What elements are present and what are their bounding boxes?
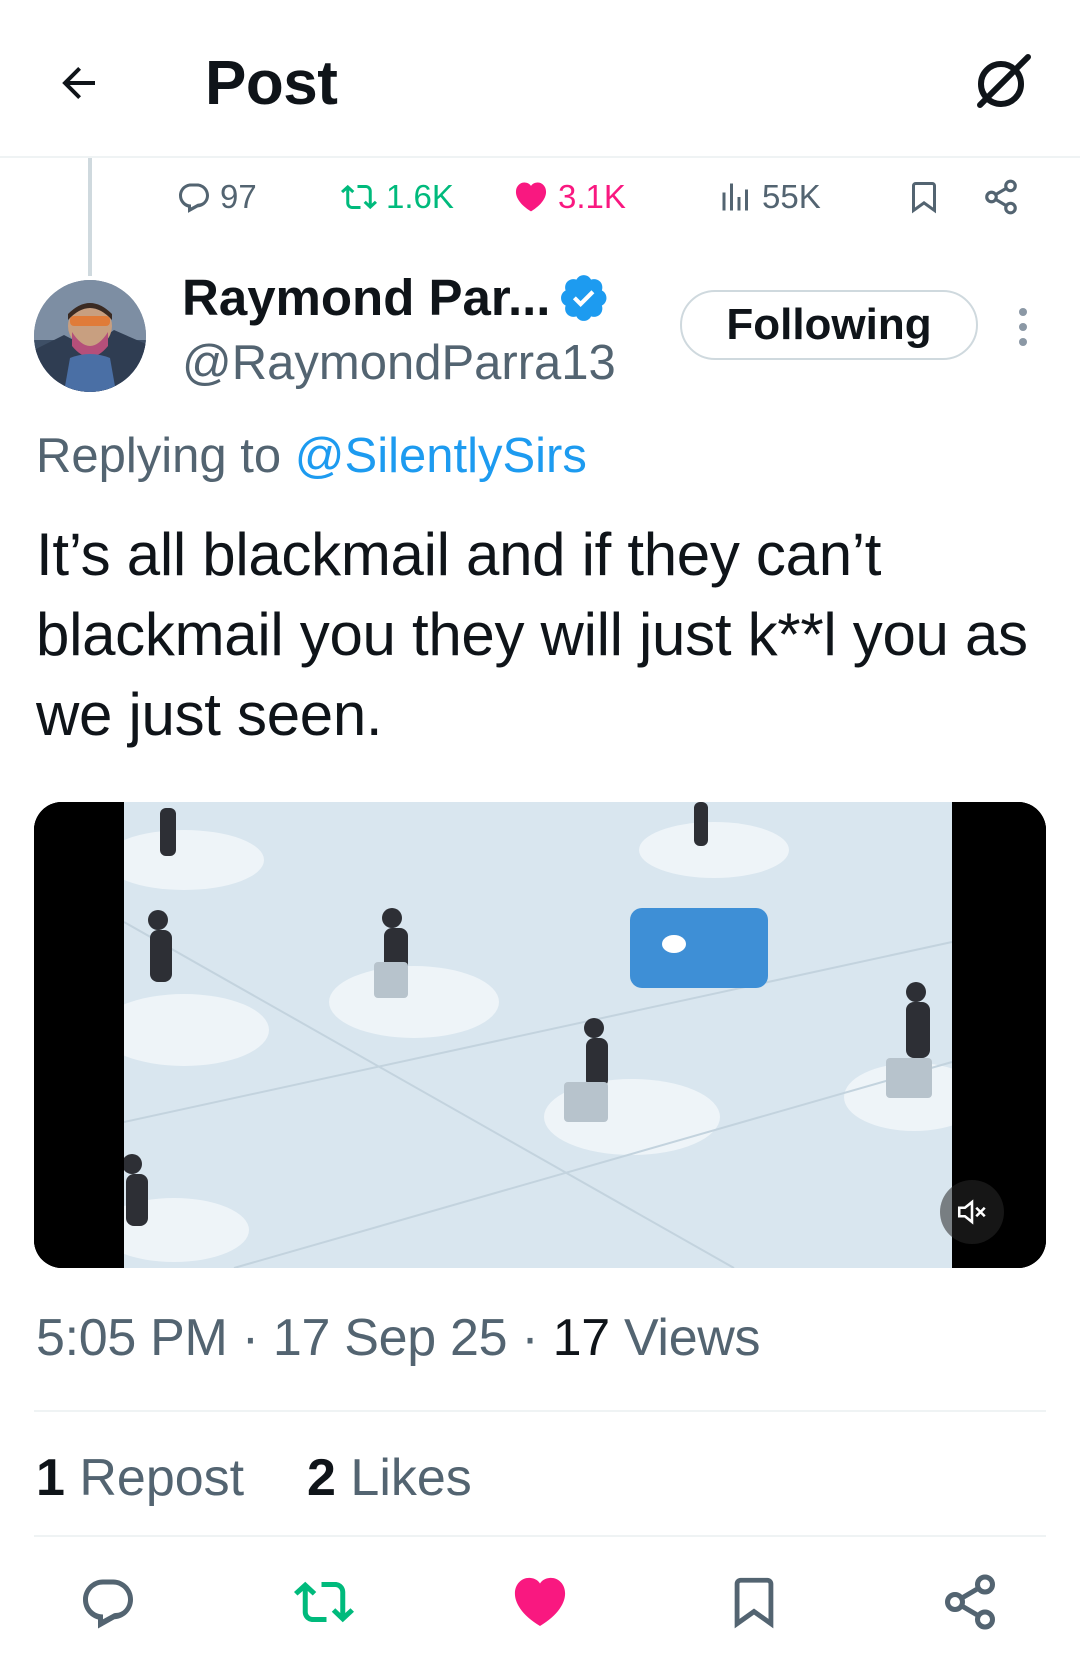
like-button[interactable] (500, 1562, 580, 1642)
post-date[interactable]: 17 Sep 25 (273, 1309, 508, 1367)
author-name-text: Raymond Par... (182, 269, 551, 326)
bookmark-icon (734, 1577, 774, 1629)
likes-count: 2 (307, 1449, 336, 1507)
parent-share-button[interactable] (982, 168, 1020, 226)
parent-repost-button[interactable]: 1.6K (340, 168, 454, 226)
parent-bookmark-button[interactable] (906, 168, 942, 226)
post-meta: 5:05 PM · 17 Sep 25 · 17 Views (36, 1308, 761, 1368)
video-frame (34, 802, 1046, 1268)
meta-separator: · (507, 1309, 553, 1367)
parent-reply-count: 97 (220, 178, 257, 215)
reply-button[interactable] (68, 1562, 148, 1642)
post-views-label: Views (609, 1309, 761, 1367)
share-icon (945, 1574, 995, 1630)
volume-muted-icon (957, 1199, 986, 1225)
parent-like-button[interactable]: 3.1K (512, 168, 626, 226)
grok-button[interactable] (966, 45, 1040, 119)
more-dot-icon (1019, 338, 1027, 346)
top-bar: Post (0, 0, 1080, 158)
share-icon (985, 179, 1017, 215)
repost-button[interactable] (284, 1562, 364, 1642)
reposts-count: 1 (36, 1449, 65, 1507)
reposts-label: Repost (64, 1449, 245, 1507)
thread-line (88, 158, 92, 276)
reply-icon (83, 1579, 133, 1629)
video-player[interactable] (34, 802, 1046, 1268)
likes-stat[interactable]: 2 Likes (307, 1449, 472, 1507)
author-name[interactable]: Raymond Par... (182, 268, 610, 327)
author-handle[interactable]: @RaymondParra13 (182, 335, 616, 391)
parent-reply-button[interactable]: 97 (176, 168, 257, 226)
bookmark-button[interactable] (714, 1562, 794, 1642)
heart-filled-icon (514, 1577, 566, 1626)
post-time[interactable]: 5:05 PM (36, 1309, 228, 1367)
meta-separator: · (227, 1309, 273, 1367)
heart-filled-icon (515, 182, 547, 212)
parent-like-count: 3.1K (558, 178, 626, 215)
post-text: It’s all blackmail and if they can’t bla… (36, 521, 1028, 748)
divider (34, 1535, 1046, 1537)
likes-label: Likes (335, 1449, 472, 1507)
mute-button[interactable] (940, 1180, 1004, 1244)
share-button[interactable] (930, 1562, 1010, 1642)
arrow-left-icon (62, 67, 95, 99)
avatar[interactable] (34, 280, 146, 392)
engagement-stats: 1 Repost 2 Likes (36, 1448, 472, 1508)
parent-post-actions: 97 1.6K 3.1K 55K (170, 168, 1050, 226)
repost-icon (294, 1581, 354, 1623)
avatar-image (34, 280, 146, 392)
parent-repost-count: 1.6K (386, 178, 454, 215)
more-options-button[interactable] (1006, 302, 1040, 352)
bookmark-icon (912, 182, 936, 214)
divider (34, 1410, 1046, 1412)
reply-icon (179, 183, 209, 213)
repost-icon (341, 184, 377, 210)
grok-icon (977, 54, 1031, 108)
analytics-icon (722, 183, 748, 211)
more-dot-icon (1019, 308, 1027, 316)
replying-to: Replying to @SilentlySirs (36, 428, 587, 484)
replying-to-prefix: Replying to (36, 429, 295, 483)
post-views-count: 17 (552, 1309, 611, 1367)
more-dot-icon (1019, 323, 1027, 331)
following-button[interactable]: Following (680, 290, 978, 360)
verified-badge-icon (561, 274, 607, 321)
replying-to-link[interactable]: @SilentlySirs (295, 429, 587, 483)
page-title: Post (205, 49, 338, 118)
back-button[interactable] (48, 52, 110, 114)
post-actions (0, 1562, 1080, 1642)
parent-views-button[interactable]: 55K (718, 168, 821, 226)
reposts-stat[interactable]: 1 Repost (36, 1449, 244, 1507)
parent-views-count: 55K (762, 178, 821, 215)
